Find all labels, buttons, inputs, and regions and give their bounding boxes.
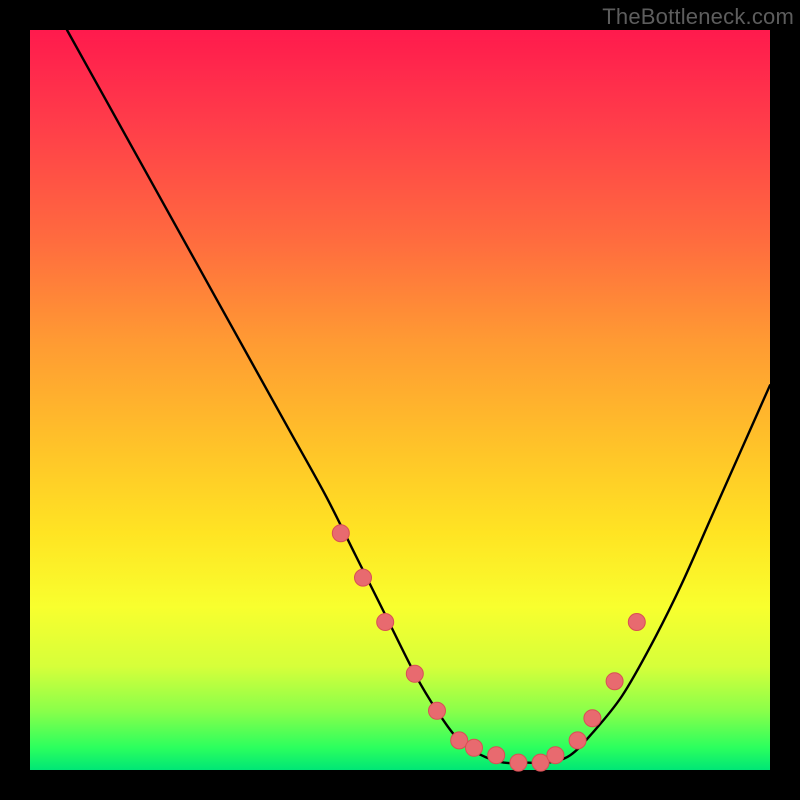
curve-marker: [584, 710, 601, 727]
curve-svg: [30, 30, 770, 770]
curve-marker: [547, 747, 564, 764]
curve-marker: [569, 732, 586, 749]
curve-marker: [606, 673, 623, 690]
curve-marker: [628, 614, 645, 631]
curve-marker: [406, 665, 423, 682]
watermark-text: TheBottleneck.com: [602, 4, 794, 30]
curve-marker: [377, 614, 394, 631]
curve-marker: [466, 739, 483, 756]
curve-marker: [429, 702, 446, 719]
marker-group: [332, 525, 645, 771]
curve-marker: [510, 754, 527, 771]
curve-marker: [488, 747, 505, 764]
chart-frame: TheBottleneck.com: [0, 0, 800, 800]
curve-marker: [355, 569, 372, 586]
bottleneck-curve-path: [67, 30, 770, 763]
curve-marker: [332, 525, 349, 542]
plot-area: [30, 30, 770, 770]
